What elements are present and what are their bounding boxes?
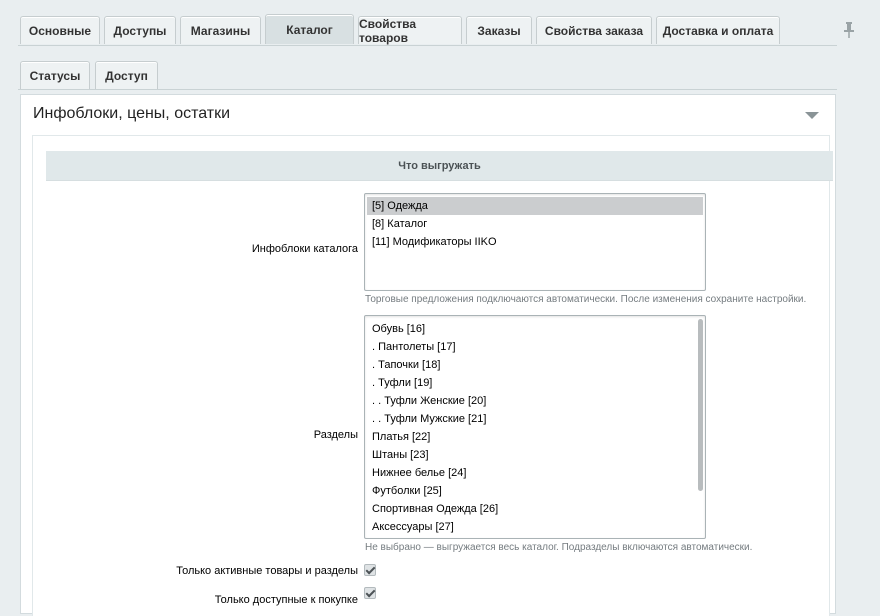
list-item[interactable]: Обувь [16] [367,320,703,338]
sections-label: Разделы [313,429,358,441]
list-item[interactable]: . . Туфли Мужские [21] [367,410,703,428]
iblocks-label: Инфоблоки каталога [251,243,358,255]
sections-listbox[interactable]: Обувь [16] . Пантолеты [17] . Тапочки [1… [364,315,706,539]
list-item[interactable]: [11] Модификаторы IIKO [367,233,703,251]
tab-delivery-payment[interactable]: Доставка и оплата [656,16,780,44]
scrollbar[interactable] [698,319,703,491]
sections-hint: Не выбрано — выгружается весь каталог. П… [365,542,753,553]
subtabs-divider [18,89,837,90]
list-item[interactable]: . . Туфли Женские [20] [367,392,703,410]
subtab-statuses[interactable]: Статусы [20,61,90,89]
tab-main[interactable]: Основные [20,16,100,44]
list-item[interactable]: [8] Каталог [367,215,703,233]
pin-icon[interactable] [844,22,854,38]
tab-access[interactable]: Доступы [104,16,176,44]
list-item[interactable]: Платья [22] [367,428,703,446]
active-only-checkbox[interactable] [364,564,376,576]
tab-catalog[interactable]: Каталог [265,14,354,44]
tabs-divider [18,45,837,46]
tab-shops[interactable]: Магазины [180,16,261,44]
list-item[interactable]: . Туфли [19] [367,374,703,392]
list-item[interactable]: Спортивная Одежда [26] [367,500,703,518]
iblocks-listbox[interactable]: [5] Одежда [8] Каталог [11] Модификаторы… [364,193,706,291]
list-item[interactable]: Нижнее белье [24] [367,464,703,482]
subtab-access[interactable]: Доступ [95,61,158,89]
tab-product-properties[interactable]: Свойства товаров [358,16,462,45]
list-item[interactable]: Штаны [23] [367,446,703,464]
list-item[interactable]: Футболки [25] [367,482,703,500]
active-only-label: Только активные товары и разделы [176,565,358,577]
iblocks-hint: Торговые предложения подключаются автома… [365,294,807,305]
section-heading: Что выгружать [46,151,833,181]
list-item[interactable]: . Тапочки [18] [367,356,703,374]
tab-order-properties[interactable]: Свойства заказа [536,16,652,44]
tab-orders[interactable]: Заказы [466,16,532,44]
list-item[interactable]: Аксессуары [27] [367,518,703,536]
available-only-label: Только доступные к покупке [214,594,358,606]
list-item[interactable]: [5] Одежда [367,197,703,215]
available-only-checkbox[interactable] [364,587,376,599]
section-title: Инфоблоки, цены, остатки [33,105,231,122]
triangle-down-icon[interactable] [805,112,819,119]
list-item[interactable]: . Пантолеты [17] [367,338,703,356]
